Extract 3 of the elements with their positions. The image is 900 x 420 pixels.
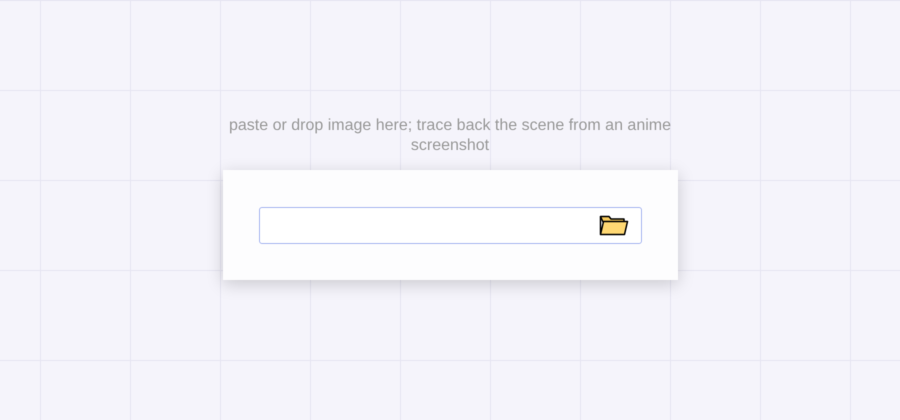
- folder-icon[interactable]: [598, 214, 628, 236]
- image-url-field[interactable]: [258, 206, 642, 244]
- instruction-text: paste or drop image here; trace back the scene from an anime screenshot: [228, 116, 672, 156]
